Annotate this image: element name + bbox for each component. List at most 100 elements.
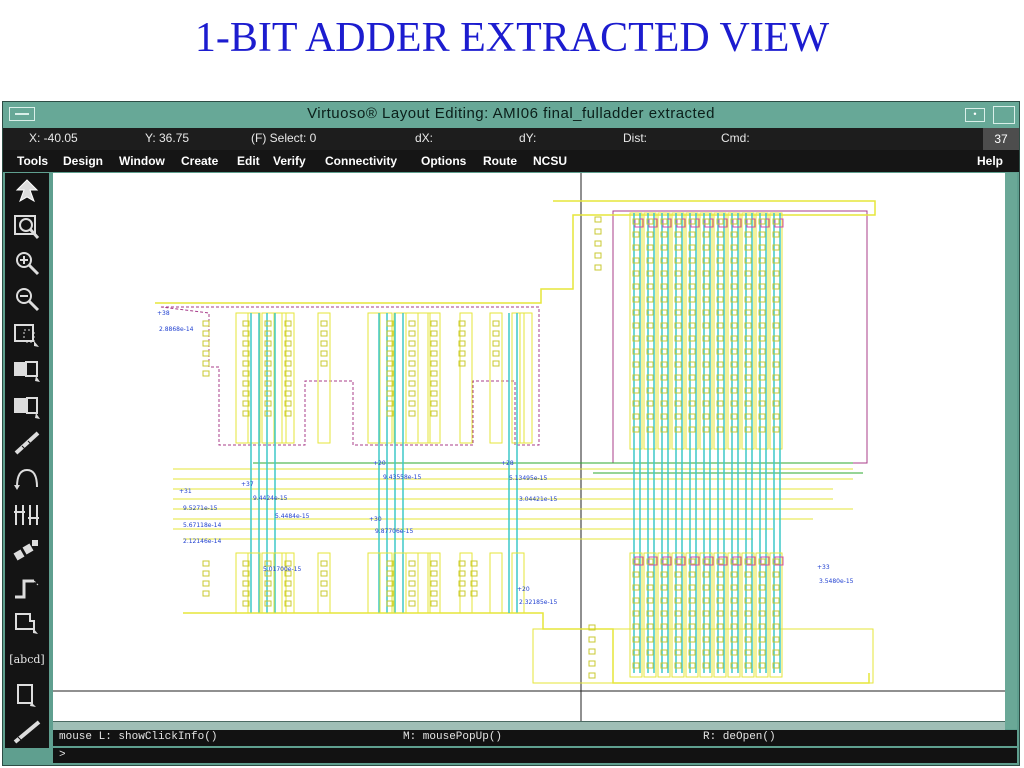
label-tool[interactable]: [abcd] bbox=[9, 643, 45, 675]
layout-shape bbox=[511, 312, 525, 444]
cap-label: 9.87706e-15 bbox=[375, 528, 413, 535]
layout-shape bbox=[408, 570, 416, 577]
menu-bar: Tools Design Window Create Edit Verify C… bbox=[3, 150, 1019, 172]
node-label: +37 bbox=[241, 481, 254, 488]
minimize-button[interactable]: • bbox=[965, 108, 985, 122]
layout-shape bbox=[264, 590, 272, 597]
maximize-button[interactable] bbox=[993, 106, 1015, 124]
layout-shape bbox=[261, 312, 275, 444]
layout-shape bbox=[202, 580, 210, 587]
slide-title: 1-BIT ADDER EXTRACTED VIEW bbox=[194, 15, 830, 61]
pencil-tool[interactable] bbox=[9, 715, 45, 747]
node-label: +30 bbox=[369, 516, 382, 523]
copy-tool[interactable] bbox=[9, 355, 45, 387]
layout-shape bbox=[588, 636, 596, 643]
layout-canvas[interactable]: +38 2.8868e-14 +37 9.4424e-15 5.4484e-15… bbox=[53, 173, 1005, 721]
layout-shape bbox=[489, 552, 503, 614]
menu-tools[interactable]: Tools bbox=[17, 154, 48, 168]
layout-shape bbox=[430, 330, 438, 337]
mouse-left-binding: mouse L: showClickInfo() bbox=[59, 731, 218, 743]
layout-shape bbox=[459, 312, 473, 444]
cap-label: 5.13495e-15 bbox=[509, 475, 547, 482]
layout-shape bbox=[235, 552, 249, 614]
cursor-y-readout: Y: 36.75 bbox=[145, 131, 190, 145]
zoom-out-tool[interactable] bbox=[9, 283, 45, 315]
layout-shape bbox=[202, 360, 210, 367]
cap-label: 5.67118e-14 bbox=[183, 522, 221, 529]
command-count: 37 bbox=[983, 128, 1019, 150]
zoom-fit-tool[interactable] bbox=[9, 211, 45, 243]
menu-help[interactable]: Help bbox=[977, 154, 1003, 168]
virtuoso-window: Virtuoso® Layout Editing: AMI06 final_fu… bbox=[2, 101, 1020, 766]
layout-shape bbox=[459, 552, 473, 614]
cap-label: 3.5480e-15 bbox=[819, 578, 854, 585]
polygon-tool[interactable] bbox=[9, 571, 45, 603]
move-icon bbox=[14, 397, 40, 419]
node-label: +28 bbox=[501, 460, 514, 467]
rectangle-tool[interactable] bbox=[9, 607, 45, 639]
contact-array bbox=[202, 216, 780, 679]
transistor-columns bbox=[235, 212, 784, 678]
menu-design[interactable]: Design bbox=[63, 154, 103, 168]
zoom-in-tool[interactable] bbox=[9, 247, 45, 279]
layout-shape bbox=[202, 570, 210, 577]
layout-shape bbox=[430, 580, 438, 587]
command-readout: Cmd: bbox=[721, 131, 750, 145]
path-tool[interactable] bbox=[9, 535, 45, 567]
node-label: +38 bbox=[157, 310, 170, 317]
layout-shape bbox=[594, 252, 602, 259]
ruler-tool[interactable] bbox=[9, 427, 45, 459]
layout-shape bbox=[320, 350, 328, 357]
layout-shape bbox=[320, 560, 328, 567]
instance-tool[interactable] bbox=[9, 499, 45, 531]
layout-shape bbox=[594, 264, 602, 271]
vertical-scrollbar[interactable] bbox=[1005, 173, 1017, 729]
layout-shape bbox=[273, 552, 287, 614]
layout-shape bbox=[202, 340, 210, 347]
menu-create[interactable]: Create bbox=[181, 154, 218, 168]
property-tool[interactable] bbox=[9, 679, 45, 711]
layout-shape bbox=[320, 320, 328, 327]
cap-label: 5.01700e-15 bbox=[263, 566, 301, 573]
layout-shape bbox=[320, 570, 328, 577]
layout-shape bbox=[281, 312, 295, 444]
layout-shape bbox=[261, 552, 275, 614]
layout-shape bbox=[408, 370, 416, 377]
stretch-tool[interactable] bbox=[9, 319, 45, 351]
pointer-tool[interactable] bbox=[9, 175, 45, 207]
title-bar[interactable]: Virtuoso® Layout Editing: AMI06 final_fu… bbox=[3, 102, 1019, 129]
menu-connectivity[interactable]: Connectivity bbox=[325, 154, 397, 168]
layout-shape bbox=[264, 410, 272, 417]
layout-shape bbox=[235, 312, 249, 444]
arc-icon bbox=[14, 468, 38, 490]
layout-shape bbox=[492, 330, 500, 337]
node-label: +20 bbox=[517, 586, 530, 593]
property-icon bbox=[17, 684, 36, 707]
layout-shape bbox=[264, 350, 272, 357]
menu-route[interactable]: Route bbox=[483, 154, 517, 168]
command-line[interactable]: > bbox=[53, 748, 1017, 763]
menu-edit[interactable]: Edit bbox=[237, 154, 260, 168]
layout-shape bbox=[588, 672, 596, 679]
pointer-icon bbox=[15, 179, 39, 203]
layout-shape bbox=[281, 552, 295, 614]
layout-shape bbox=[264, 330, 272, 337]
layout-shape bbox=[430, 560, 438, 567]
menu-options[interactable]: Options bbox=[421, 154, 466, 168]
layout-shape bbox=[492, 320, 500, 327]
nwell-outline bbox=[160, 306, 540, 446]
layout-shape bbox=[202, 560, 210, 567]
menu-ncsu[interactable]: NCSU bbox=[533, 154, 567, 168]
layout-shape bbox=[408, 600, 416, 607]
layout-shape bbox=[430, 360, 438, 367]
menu-window[interactable]: Window bbox=[119, 154, 165, 168]
select-count: (F) Select: 0 bbox=[251, 131, 317, 145]
arc-tool[interactable] bbox=[9, 463, 45, 495]
cap-label: 3.04421e-15 bbox=[519, 496, 557, 503]
cap-label: 9.43558e-15 bbox=[383, 474, 421, 481]
menu-verify[interactable]: Verify bbox=[273, 154, 306, 168]
horizontal-scrollbar[interactable] bbox=[53, 721, 1005, 730]
layout-shape bbox=[492, 350, 500, 357]
move-tool[interactable] bbox=[9, 391, 45, 423]
layout-shape bbox=[408, 380, 416, 387]
